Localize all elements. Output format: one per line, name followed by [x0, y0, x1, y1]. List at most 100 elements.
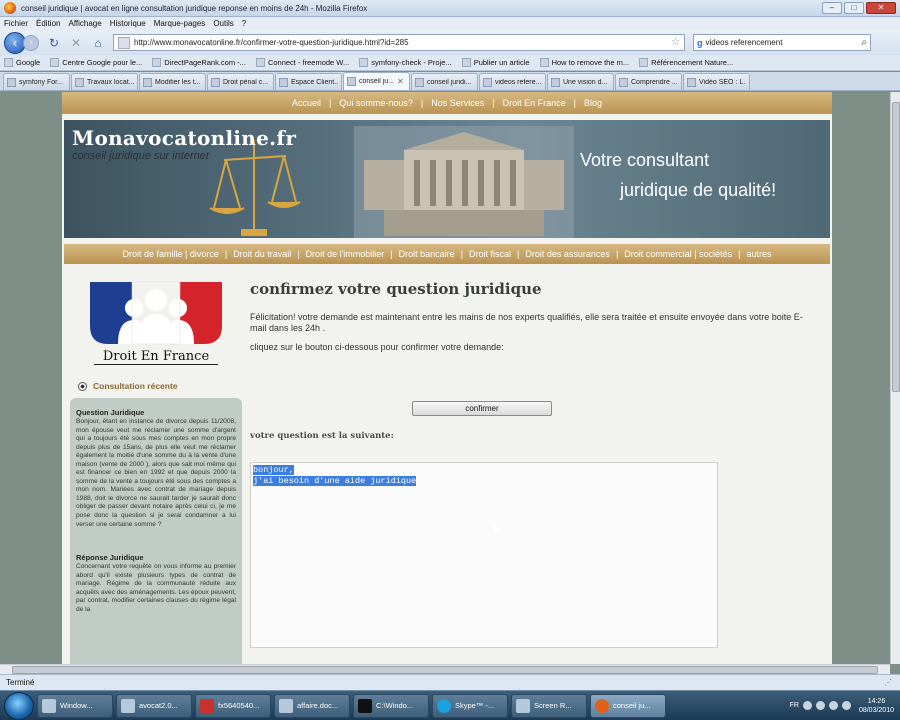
horizontal-scrollbar[interactable]	[0, 664, 890, 674]
vertical-scrollbar[interactable]	[890, 92, 900, 664]
menu-bookmarks[interactable]: Marque-pages	[154, 19, 206, 28]
menu-file[interactable]: Fichier	[4, 19, 28, 28]
question-text: Bonjour, étant en instance de divorce de…	[76, 418, 236, 528]
tab-favicon-icon	[619, 77, 628, 87]
clock[interactable]: 14:26 08/03/2010	[859, 697, 894, 715]
tray-icon[interactable]	[828, 701, 838, 710]
category-link[interactable]: Droit fiscal	[463, 249, 517, 259]
taskbar-item[interactable]: avocat2.0...	[116, 693, 192, 718]
status-bar: Terminé ⋰	[0, 674, 900, 690]
app-icon	[121, 698, 135, 713]
droit-en-france-logo[interactable]: Droit En France	[86, 278, 226, 370]
google-search-icon[interactable]: g	[697, 38, 703, 48]
question-title: Question Juridique	[76, 408, 145, 417]
category-link[interactable]: autres	[741, 249, 778, 259]
search-icon[interactable]: ⌕	[861, 37, 870, 48]
browser-tab[interactable]: Une vision d...	[547, 73, 614, 90]
browser-tab[interactable]: Espace Client...	[275, 73, 342, 90]
bookmark-icon	[255, 58, 265, 67]
menu-tools[interactable]: Outils	[213, 19, 233, 28]
forward-button[interactable]: ›	[23, 34, 39, 51]
browser-tab[interactable]: videos refere...	[479, 73, 546, 90]
site-brand[interactable]: Monavocatonline.fr	[72, 126, 296, 150]
taskbar-item[interactable]: Skype™ -...	[432, 693, 508, 718]
nav-link-blog[interactable]: Blog	[576, 98, 610, 108]
bookmark-icon	[461, 58, 471, 67]
resize-grip-icon[interactable]: ⋰	[884, 678, 892, 687]
browser-tab[interactable]: conseil juridi...	[411, 73, 478, 90]
maximize-button[interactable]: □	[844, 2, 864, 14]
browser-tab[interactable]: Modifier les t...	[139, 73, 206, 90]
nav-link-services[interactable]: Nos Services	[423, 98, 492, 108]
bookmark-star-icon[interactable]: ☆	[671, 37, 684, 48]
status-text: Terminé	[6, 678, 35, 687]
bookmark-item[interactable]: Référencement Nature...	[639, 58, 733, 67]
screen-recorder-icon	[516, 698, 530, 713]
tab-close-icon[interactable]: ✕	[397, 77, 404, 86]
bookmark-item[interactable]: How to remove the m...	[539, 58, 629, 67]
page-title: confirmez votre question juridique	[250, 280, 542, 298]
navigation-toolbar: ‹ › ↻ ✕ ⌂ http://www.monavocatonline.fr/…	[0, 30, 900, 55]
menu-edit[interactable]: Édition	[36, 19, 60, 28]
address-url[interactable]: http://www.monavocatonline.fr/confirmer-…	[134, 38, 671, 47]
search-query[interactable]: videos referencement	[706, 38, 862, 47]
reload-icon[interactable]: ↻	[47, 36, 61, 50]
category-link[interactable]: Droit de l'immobilier	[300, 249, 391, 259]
console-icon	[358, 698, 372, 713]
close-button[interactable]: ✕	[866, 2, 896, 14]
browser-tab-active[interactable]: conseil ju... ✕	[343, 72, 410, 90]
confirmation-message: Félicitation! votre demande est maintena…	[250, 312, 803, 333]
bookmarks-toolbar: Google Centre Google pour le... DirectPa…	[0, 55, 900, 71]
slogan-line-1: Votre consultant	[580, 150, 710, 170]
bookmark-item[interactable]: Centre Google pour le...	[50, 58, 142, 67]
site-tagline: conseil juridique sur internet	[72, 150, 209, 162]
bookmark-icon	[639, 58, 649, 67]
category-link[interactable]: Droit des assurances	[519, 249, 616, 259]
tray-icon[interactable]	[815, 701, 825, 710]
stop-icon[interactable]: ✕	[69, 36, 83, 50]
category-link[interactable]: Droit de famille | divorce	[116, 249, 224, 259]
confirm-button[interactable]: confirmer	[412, 401, 552, 416]
site-banner: Monavocatonline.fr conseil juridique sur…	[64, 120, 830, 238]
taskbar-item[interactable]: C:\Windo...	[353, 693, 429, 718]
bookmark-item[interactable]: symfony-check - Proje...	[359, 58, 452, 67]
vertical-scroll-thumb[interactable]	[892, 102, 900, 392]
home-icon[interactable]: ⌂	[91, 36, 105, 50]
volume-icon[interactable]	[841, 701, 851, 710]
bookmark-item[interactable]: Connect - freemode W...	[255, 58, 349, 67]
address-bar[interactable]: http://www.monavocatonline.fr/confirmer-…	[113, 34, 685, 51]
browser-tab[interactable]: Comprendre ...	[615, 73, 682, 90]
slogan-line-2: juridique de qualité!	[620, 180, 777, 200]
taskbar-item[interactable]: Screen R...	[511, 693, 587, 718]
menu-history[interactable]: Historique	[110, 19, 146, 28]
category-link[interactable]: Droit commercial | sociétés	[618, 249, 738, 259]
search-box[interactable]: g videos referencement ⌕	[693, 34, 871, 51]
menu-help[interactable]: ?	[242, 19, 246, 28]
tray-icon[interactable]	[802, 701, 812, 710]
category-link[interactable]: Droit du travail	[227, 249, 297, 259]
taskbar-item[interactable]: fx5640540...	[195, 693, 271, 718]
site-container: Accueil | Qui somme-nous? | Nos Services | …	[62, 92, 832, 664]
browser-tab[interactable]: Travaux locat...	[71, 73, 138, 90]
nav-link-home[interactable]: Accueil	[284, 98, 329, 108]
browser-tab[interactable]: Vidéo SEO : L...	[683, 73, 750, 90]
language-indicator[interactable]: FR	[790, 702, 799, 709]
taskbar-item-active[interactable]: conseil ju...	[590, 693, 666, 718]
minimize-button[interactable]: –	[822, 2, 842, 14]
taskbar-item[interactable]: affaire.doc...	[274, 693, 350, 718]
browser-tab[interactable]: symfony For...	[3, 73, 70, 90]
menu-view[interactable]: Affichage	[68, 19, 101, 28]
nav-link-about[interactable]: Qui somme-nous?	[331, 98, 421, 108]
tab-favicon-icon	[483, 77, 492, 87]
taskbar-item[interactable]: Window...	[37, 693, 113, 718]
nav-link-droit-en-france[interactable]: Droit En France	[495, 98, 574, 108]
horizontal-scroll-thumb[interactable]	[12, 666, 878, 674]
recent-consultation-heading: Consultation récente	[78, 381, 178, 391]
category-link[interactable]: Droit bancaire	[393, 249, 461, 259]
bookmark-item[interactable]: DirectPageRank.com -...	[152, 58, 246, 67]
bookmark-item[interactable]: Google	[4, 58, 40, 67]
question-textarea[interactable]: bonjour, j'ai besoin d'une aide juridiqu…	[250, 462, 718, 648]
start-button[interactable]	[4, 691, 34, 720]
bookmark-item[interactable]: Publier un article	[461, 58, 530, 67]
browser-tab[interactable]: Droit pénal c...	[207, 73, 274, 90]
